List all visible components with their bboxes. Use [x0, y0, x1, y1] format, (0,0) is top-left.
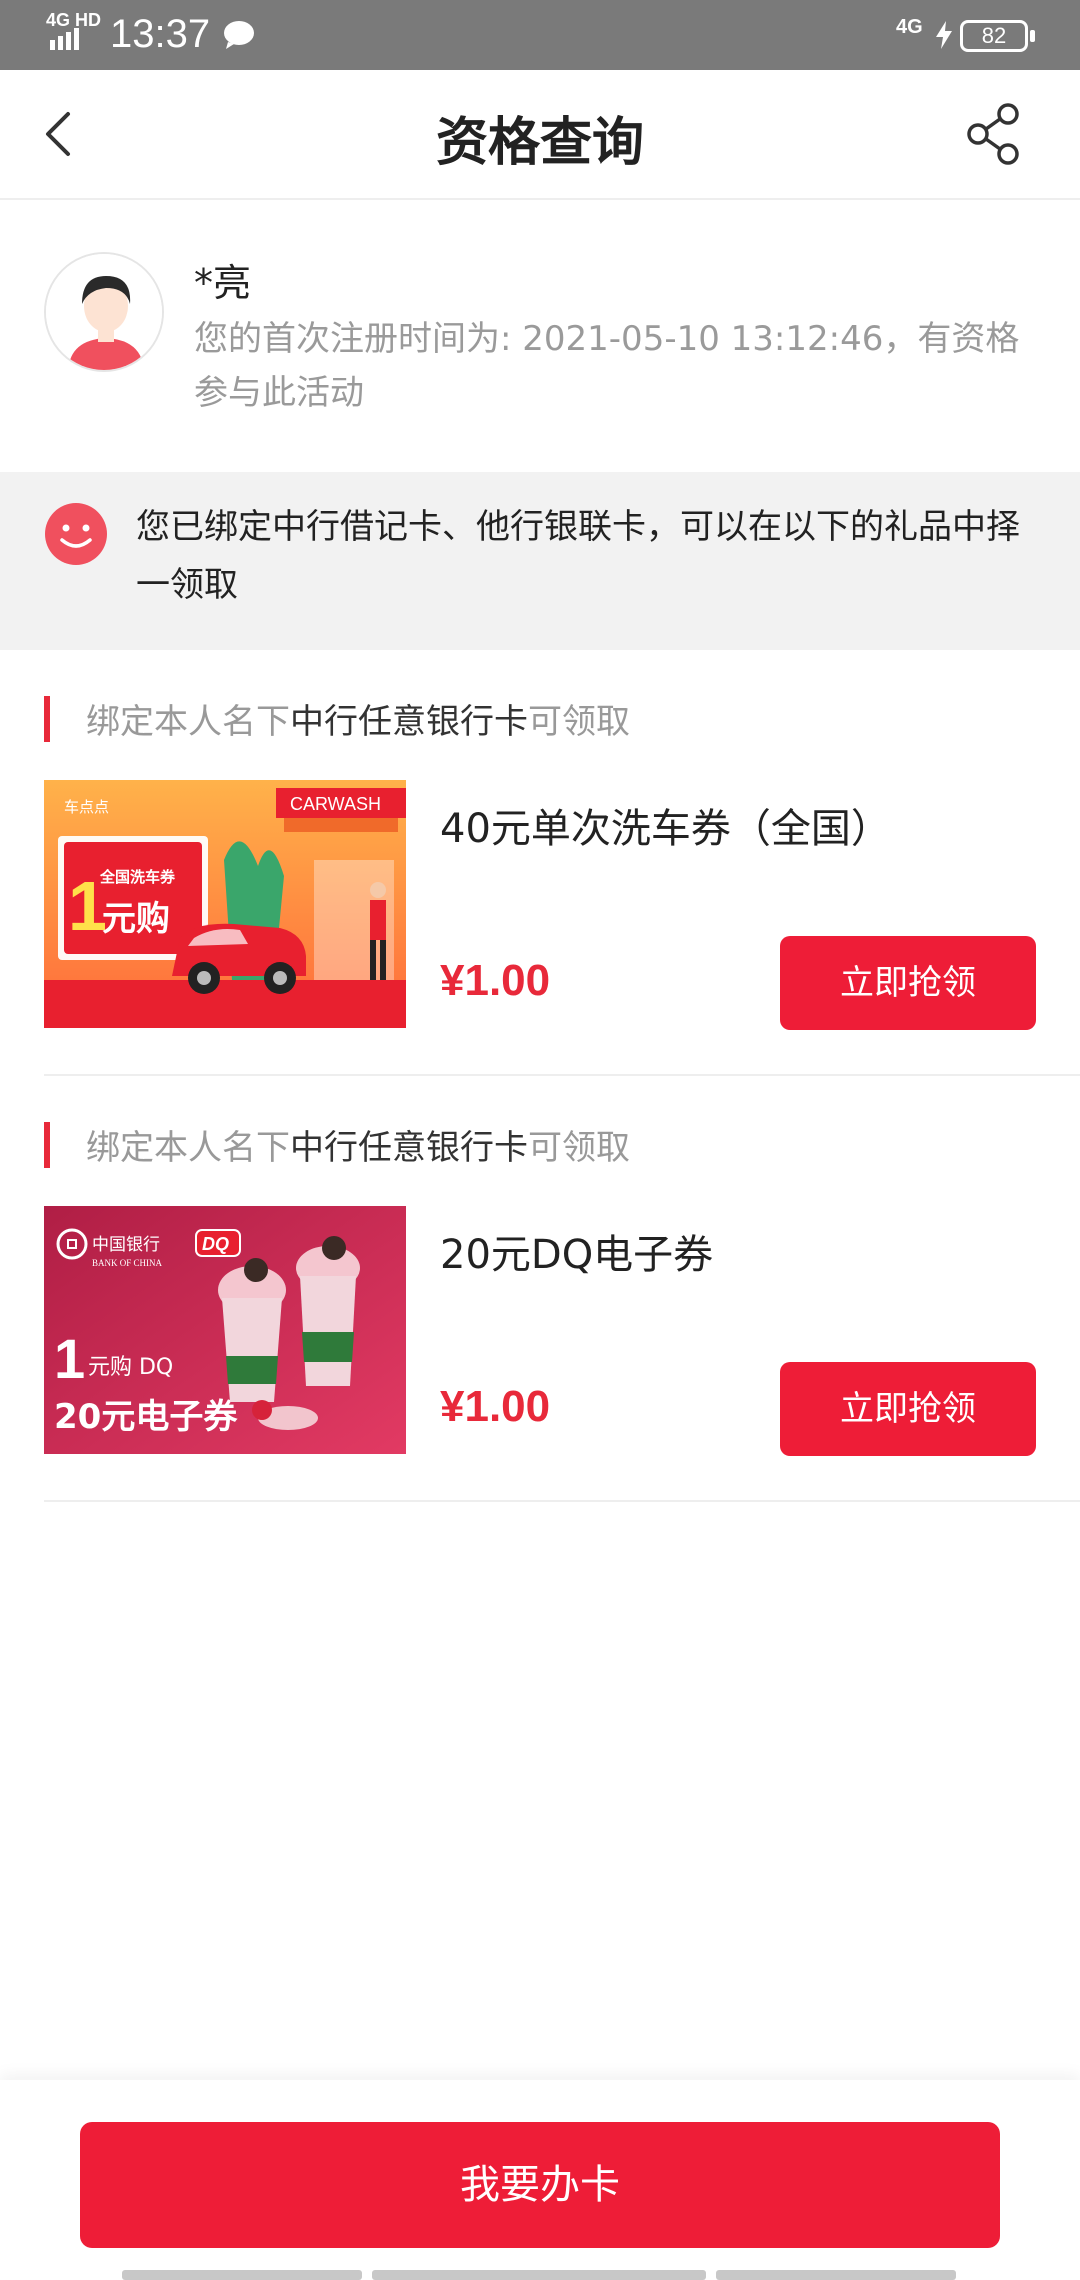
offer-price: ¥1.00 — [440, 956, 551, 1005]
divider — [44, 1500, 1080, 1502]
nav-indicator-left — [122, 2270, 362, 2280]
dq-image[interactable]: 中国银行 BANK OF CHINA DQ 1 元购 DQ 20元电子券 — [44, 1206, 406, 1454]
offer-title: 20元DQ电子券 — [440, 1232, 714, 1278]
charging-icon — [936, 21, 952, 49]
avatar — [44, 252, 164, 372]
condition-post: 可领取 — [528, 702, 630, 742]
offer-condition: 绑定本人名下中行任意银行卡可领取 — [86, 1120, 630, 1169]
registration-info: 您的首次注册时间为: 2021-05-10 13:12:46，有资格参与此活动 — [194, 319, 1020, 413]
condition-highlight: 中行任意银行卡 — [290, 702, 528, 742]
promo-line1: 元购 DQ — [88, 1355, 173, 1380]
offer-car-wash: 绑定本人名下中行任意银行卡可领取 CARWASH 车点点 1 全国洗车券 元购 — [0, 650, 1080, 1076]
condition-pre: 绑定本人名下 — [86, 702, 290, 742]
clock: 13:37 — [110, 12, 211, 56]
carwash-sign: CARWASH — [290, 794, 381, 814]
notice-text: 您已绑定中行借记卡、他行银联卡，可以在以下的礼品中择一领取 — [136, 507, 1020, 605]
offer-title: 40元单次洗车券（全国） — [440, 806, 891, 852]
nav-bar: 资格查询 — [0, 70, 1080, 200]
condition-highlight: 中行任意银行卡 — [290, 1128, 528, 1168]
network-type: 4G HD — [46, 10, 102, 30]
user-name: *亮 — [194, 261, 252, 305]
chat-icon — [224, 21, 254, 49]
offer-condition: 绑定本人名下中行任意银行卡可领取 — [86, 694, 630, 743]
battery-tip — [1030, 30, 1035, 42]
brand-label: 车点点 — [64, 798, 109, 816]
share-icon[interactable] — [964, 102, 1024, 166]
apply-card-button[interactable]: 我要办卡 — [80, 2122, 1000, 2248]
promo-tag: 全国洗车券 — [99, 868, 176, 886]
user-avatar-icon — [46, 254, 162, 370]
battery-icon: 82 — [960, 20, 1028, 52]
claim-button[interactable]: 立即抢领 — [780, 936, 1036, 1030]
network-4g: 4G — [896, 16, 923, 38]
promo-line2: 20元电子券 — [54, 1397, 238, 1437]
car-wash-image[interactable]: CARWASH 车点点 1 全国洗车券 元购 — [44, 780, 406, 1028]
smile-icon — [45, 503, 107, 565]
page-title: 资格查询 — [435, 113, 644, 173]
nav-indicator-right — [716, 2270, 956, 2280]
user-info: *亮 您的首次注册时间为: 2021-05-10 13:12:46，有资格参与此… — [0, 200, 1080, 472]
condition-pre: 绑定本人名下 — [86, 1128, 290, 1168]
battery-level: 82 — [981, 23, 1007, 48]
dq-logo: DQ — [202, 1234, 229, 1254]
bottom-bar: 我要办卡 — [0, 2080, 1080, 2280]
offer-dq: 绑定本人名下中行任意银行卡可领取 中国银行 BANK OF CHINA DQ 1… — [0, 1076, 1080, 1502]
section-marker — [44, 1122, 50, 1168]
claim-button[interactable]: 立即抢领 — [780, 1362, 1036, 1456]
boc-brand-en: BANK OF CHINA — [92, 1258, 163, 1268]
section-marker — [44, 696, 50, 742]
status-bar: 4G HD 13:37 4G 82 — [0, 0, 1080, 70]
eligibility-notice: 您已绑定中行借记卡、他行银联卡，可以在以下的礼品中择一领取 — [0, 472, 1080, 650]
promo-big-1: 1 — [54, 1327, 85, 1390]
condition-post: 可领取 — [528, 1128, 630, 1168]
boc-brand: 中国银行 — [92, 1235, 160, 1255]
promo-yuan: 元购 — [102, 899, 170, 939]
nav-indicator-center — [372, 2270, 706, 2280]
offer-price: ¥1.00 — [440, 1382, 551, 1431]
